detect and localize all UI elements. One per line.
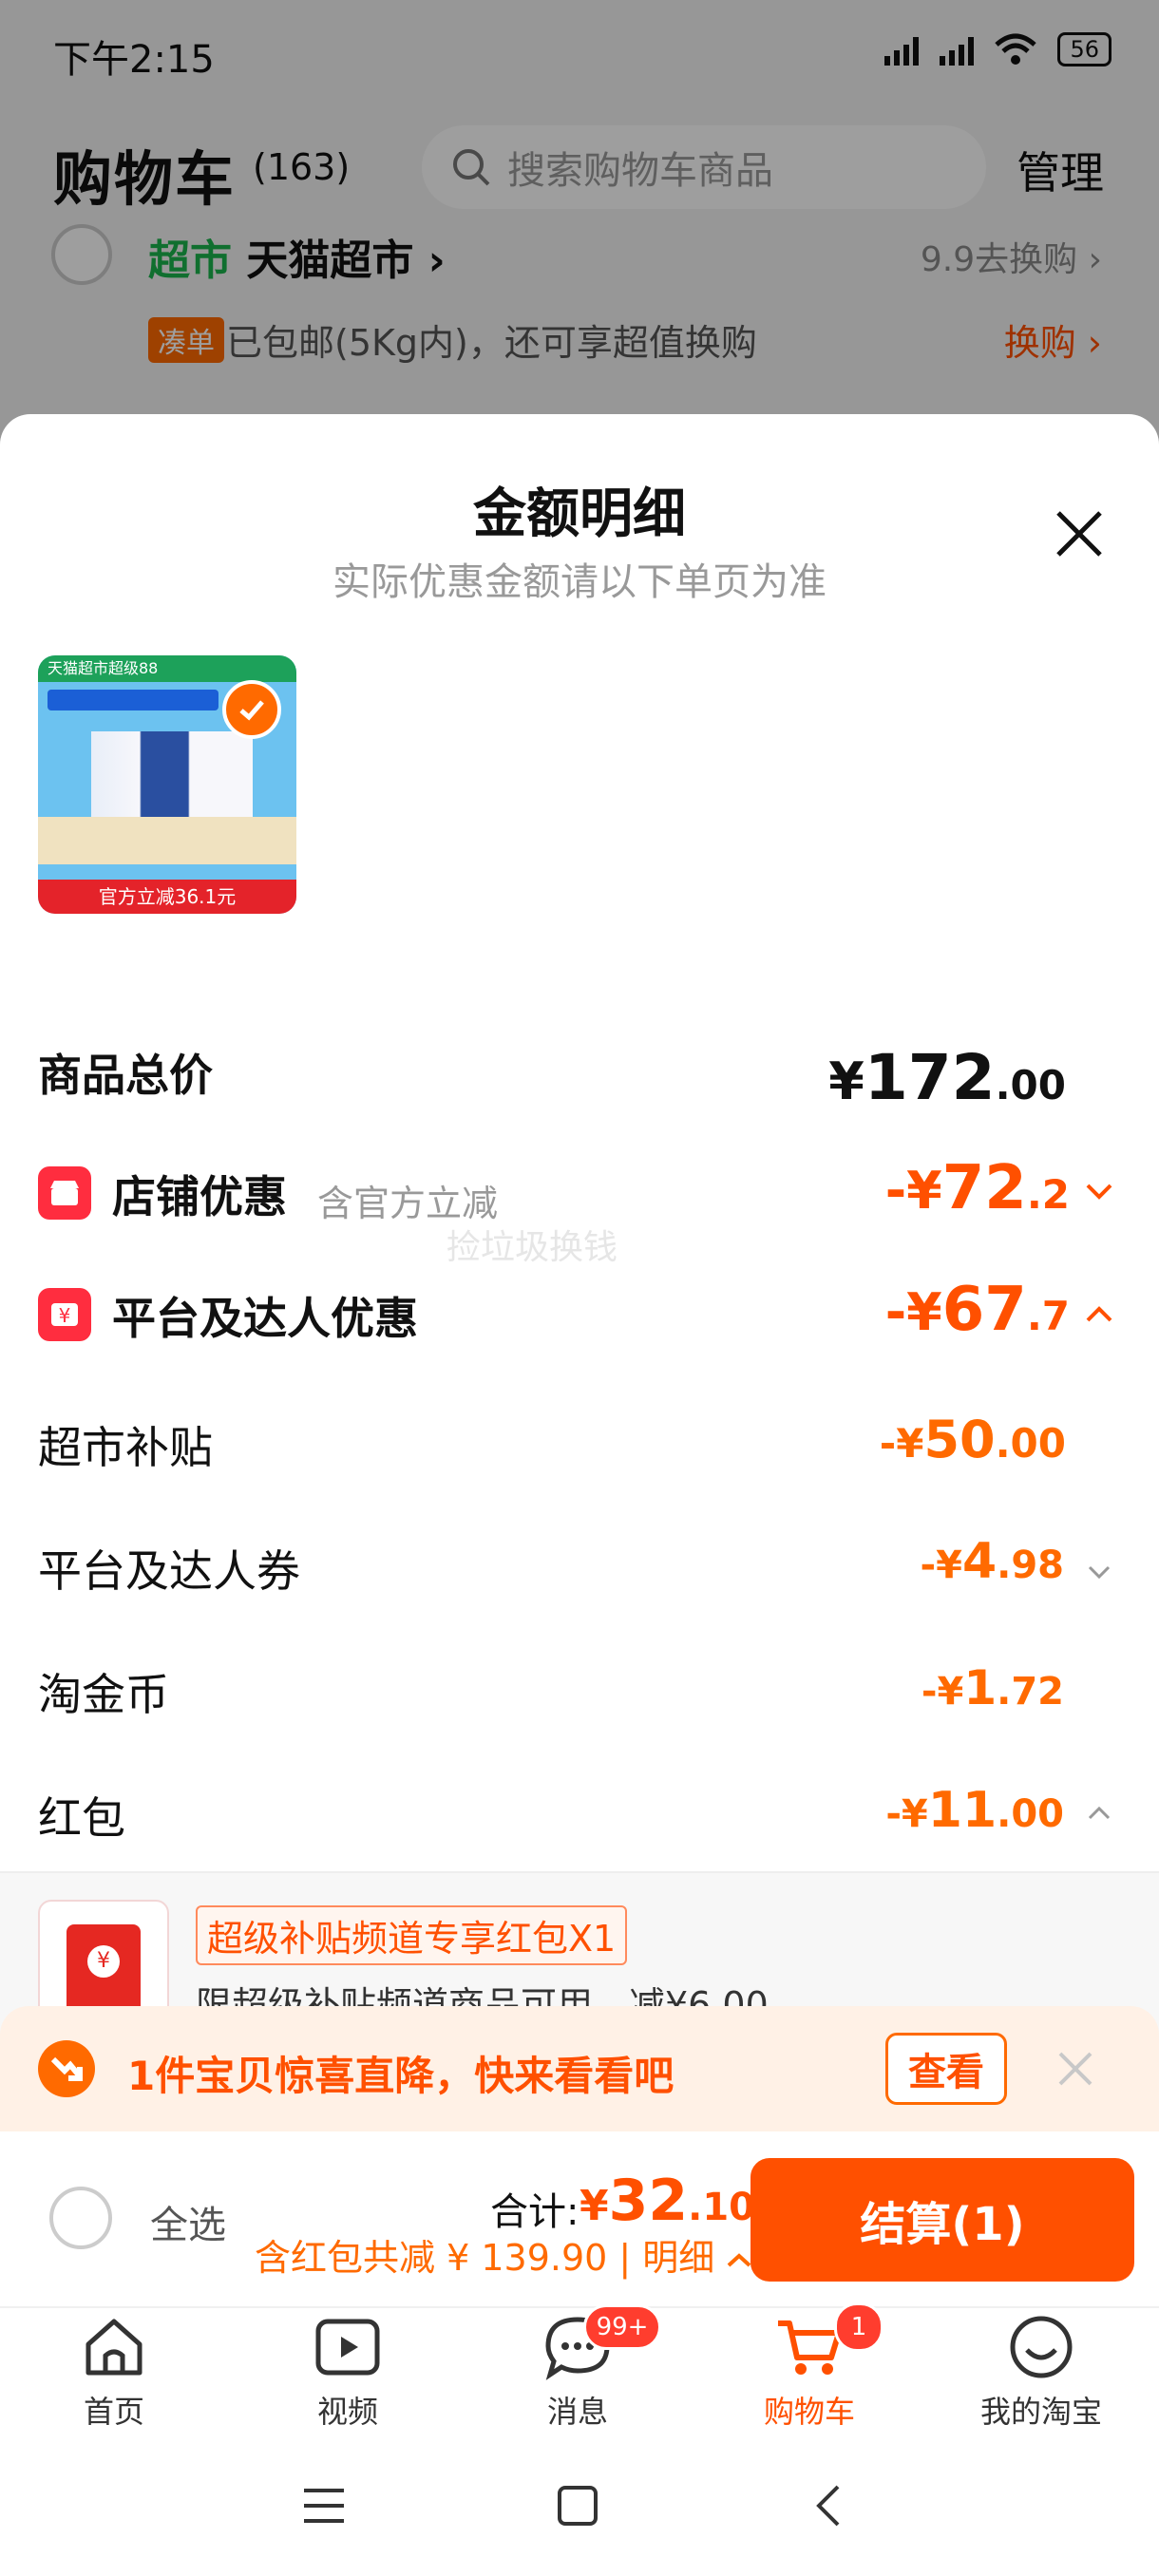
video-icon: [315, 2319, 380, 2376]
thumb-top-banner: 天猫超市超级88: [38, 655, 296, 682]
subsidy-main: 50: [923, 1410, 996, 1469]
platform-coupon-value: -¥4.98: [921, 1533, 1064, 1590]
total-value: ¥32.10: [580, 2168, 755, 2234]
select-all-radio[interactable]: [49, 2187, 112, 2249]
tab-my-taobao[interactable]: 我的淘宝: [946, 2312, 1136, 2432]
close-icon[interactable]: [1053, 507, 1106, 560]
store-icon: [38, 1166, 91, 1220]
platform-discount-dec: .7: [1026, 1293, 1070, 1339]
tab-my-taobao-label: 我的淘宝: [979, 2394, 1102, 2430]
svg-text:¥: ¥: [59, 1304, 71, 1327]
store-discount-value: -¥72.2: [885, 1153, 1070, 1223]
discount-detail-link[interactable]: 含红包共减 ¥ 139.90 | 明细: [255, 2228, 752, 2281]
supermarket-subsidy-value: -¥50.00: [880, 1410, 1066, 1469]
total-price-label: 商品总价: [38, 1050, 213, 1101]
red-packet-label: 红包: [38, 1792, 125, 1844]
total-yen: ¥: [580, 2182, 609, 2230]
taojinbi-label: 淘金币: [38, 1669, 169, 1720]
cart-badge: 1: [834, 2302, 884, 2352]
platform-discount-prefix: -¥: [884, 1282, 942, 1342]
messages-badge: 99+: [583, 2304, 661, 2350]
store-discount-prefix: -¥: [884, 1161, 942, 1221]
supermarket-subsidy-label: 超市补贴: [38, 1422, 213, 1473]
thumb-table: [38, 817, 296, 864]
platform-discount-main: 67: [941, 1275, 1027, 1345]
price-drop-icon: [38, 2040, 95, 2097]
coupon-main: 4: [961, 1533, 998, 1590]
taojinbi-dec: .72: [997, 1670, 1064, 1714]
back-icon[interactable]: [813, 2483, 842, 2529]
red-packet-dec: .00: [997, 1792, 1064, 1836]
watermark-text: 捡垃圾换钱: [446, 1228, 618, 1267]
product-thumbnail[interactable]: 天猫超市超级88 官方立减36.1元: [38, 655, 296, 914]
select-all-label[interactable]: 全选: [150, 2194, 226, 2249]
red-packet-prefix: -¥: [885, 1792, 928, 1836]
tab-video[interactable]: 视频: [253, 2312, 443, 2432]
sheet-title: 金额明细: [473, 483, 686, 545]
checkout-button[interactable]: 结算(1): [750, 2158, 1134, 2282]
tab-messages-label: 消息: [546, 2394, 608, 2430]
sheet-subtitle: 实际优惠金额请以下单页为准: [332, 560, 826, 604]
chevron-down-icon[interactable]: [1087, 1563, 1112, 1581]
menu-icon[interactable]: [302, 2487, 346, 2525]
discount-note: 含红包共减 ¥ 139.90 | 明细: [255, 2237, 715, 2279]
taojinbi-prefix: -¥: [921, 1670, 964, 1714]
red-packet-value: -¥11.00: [885, 1782, 1064, 1839]
store-discount-label: 店铺优惠: [112, 1171, 287, 1222]
platform-coupon-label: 平台及达人券: [38, 1545, 300, 1597]
red-packet-tag: 超级补贴频道专享红包X1: [196, 1905, 628, 1965]
thumb-bottom-banner: 官方立减36.1元: [38, 880, 296, 914]
home-square-icon[interactable]: [557, 2485, 598, 2527]
profile-face-icon: [1010, 2316, 1073, 2378]
tab-home[interactable]: 首页: [19, 2312, 209, 2432]
red-packet-main: 11: [927, 1782, 998, 1839]
total-dec: .10: [688, 2186, 755, 2229]
subsidy-prefix: -¥: [879, 1420, 924, 1467]
selected-check-icon: [222, 680, 281, 739]
taojinbi-value: -¥1.72: [922, 1660, 1064, 1715]
chevron-down-icon[interactable]: [1085, 1182, 1113, 1201]
close-banner-icon[interactable]: [1056, 2050, 1094, 2088]
price-drop-text: 1件宝贝惊喜直降，快来看看吧: [127, 2053, 674, 2099]
store-discount-dec: .2: [1026, 1171, 1070, 1218]
chevron-up-icon[interactable]: [1087, 1805, 1112, 1822]
view-button[interactable]: 查看: [885, 2033, 1007, 2105]
chevron-up-icon: [728, 2252, 751, 2266]
tab-cart-label: 购物车: [763, 2394, 855, 2430]
thumb-headline: [48, 690, 218, 710]
store-discount-note: 含官方立减: [317, 1183, 499, 1224]
platform-discount-label: 平台及达人优惠: [112, 1293, 418, 1344]
total-main: 172: [864, 1041, 996, 1114]
total-dec: .00: [995, 1062, 1066, 1108]
platform-discount-value: -¥67.7: [885, 1275, 1070, 1345]
modal-overlay[interactable]: [0, 0, 1159, 446]
total-price-value: ¥172.00: [828, 1041, 1066, 1114]
total-yen: ¥: [828, 1051, 864, 1111]
envelope-seal-icon: ¥: [87, 1945, 120, 1978]
home-icon: [86, 2319, 142, 2376]
subsidy-dec: .00: [995, 1420, 1066, 1467]
taojinbi-main: 1: [963, 1660, 998, 1715]
total-main: 32: [608, 2168, 689, 2234]
store-discount-main: 72: [941, 1153, 1027, 1223]
tab-video-label: 视频: [316, 2394, 378, 2430]
platform-coupon-icon: ¥: [38, 1288, 91, 1341]
coupon-prefix: -¥: [920, 1544, 962, 1587]
tab-home-label: 首页: [83, 2394, 144, 2430]
coupon-dec: .98: [997, 1544, 1064, 1587]
chevron-up-icon[interactable]: [1085, 1305, 1113, 1324]
